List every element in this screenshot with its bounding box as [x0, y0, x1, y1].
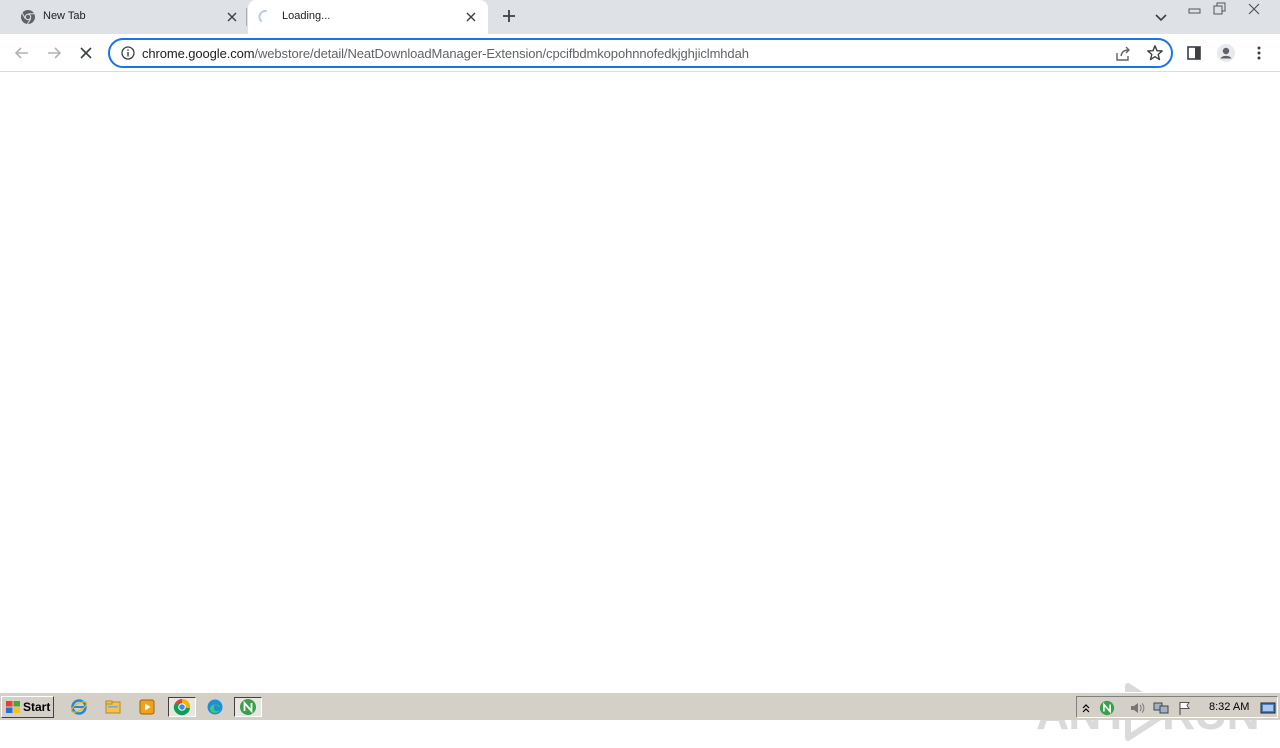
- side-panel-button[interactable]: [1183, 42, 1205, 64]
- url-path: /webstore/detail/NeatDownloadManager-Ext…: [254, 46, 749, 61]
- chrome-taskbar-icon[interactable]: [168, 697, 196, 717]
- start-label: Start: [23, 700, 51, 714]
- minimize-icon: [1188, 8, 1201, 14]
- tab-loading[interactable]: Loading...: [248, 0, 488, 34]
- minimize-button[interactable]: [1184, 1, 1206, 17]
- back-button[interactable]: [11, 42, 33, 64]
- arrow-right-icon: [48, 47, 62, 59]
- menu-button[interactable]: [1248, 42, 1270, 64]
- restore-icon: [1213, 2, 1226, 15]
- show-desktop-icon[interactable]: [1259, 699, 1277, 717]
- tab-separator: [246, 8, 247, 26]
- info-icon[interactable]: [120, 45, 136, 61]
- forward-button[interactable]: [43, 42, 65, 64]
- system-tray: 8:32 AM: [1076, 696, 1278, 718]
- close-tab-icon[interactable]: [224, 9, 240, 25]
- windows-flag-icon: [6, 701, 20, 713]
- avatar-icon: [1217, 44, 1235, 62]
- chrome-icon: [20, 9, 36, 25]
- volume-icon[interactable]: [1128, 699, 1146, 717]
- page-content: ANY RUN: [0, 72, 1280, 741]
- side-panel-icon: [1187, 46, 1201, 60]
- new-tab-button[interactable]: [500, 8, 518, 26]
- profile-button[interactable]: [1215, 42, 1237, 64]
- browser-toolbar: chrome.google.com/webstore/detail/NeatDo…: [0, 34, 1280, 72]
- network-icon[interactable]: [1152, 699, 1170, 717]
- bookmark-star-icon[interactable]: [1146, 44, 1164, 62]
- kebab-menu-icon: [1257, 46, 1261, 60]
- tab-new-tab[interactable]: New Tab: [0, 0, 248, 34]
- tab-title: Loading...: [282, 10, 331, 22]
- tab-strip: New Tab Loading...: [0, 0, 1280, 34]
- taskbar: Start 8:32 AM: [0, 692, 1280, 720]
- tab-title: New Tab: [43, 10, 86, 22]
- taskbar-clock[interactable]: 8:32 AM: [1209, 701, 1249, 713]
- edge-icon[interactable]: [204, 697, 226, 717]
- close-window-button[interactable]: [1243, 1, 1265, 17]
- chevron-up-icon[interactable]: [1077, 699, 1095, 717]
- stop-loading-button[interactable]: [75, 42, 97, 64]
- stop-icon: [80, 47, 92, 59]
- arrow-left-icon: [14, 47, 28, 59]
- share-icon[interactable]: [1114, 45, 1132, 63]
- url-text[interactable]: chrome.google.com/webstore/detail/NeatDo…: [142, 46, 749, 61]
- chevron-down-icon: [1155, 14, 1167, 22]
- address-bar[interactable]: chrome.google.com/webstore/detail/NeatDo…: [108, 38, 1173, 68]
- plus-icon: [503, 10, 515, 22]
- chrome-icon: [173, 699, 190, 716]
- media-player-icon[interactable]: [136, 697, 158, 717]
- neat-download-manager-tray-icon[interactable]: [1098, 699, 1116, 717]
- tab-search-button[interactable]: [1152, 8, 1170, 26]
- start-button[interactable]: Start: [1, 696, 54, 718]
- url-host: chrome.google.com: [142, 46, 255, 61]
- action-center-flag-icon[interactable]: [1176, 699, 1194, 717]
- internet-explorer-icon[interactable]: [68, 697, 90, 717]
- restore-button[interactable]: [1209, 1, 1231, 17]
- loading-spinner-icon: [258, 9, 274, 25]
- file-explorer-icon[interactable]: [102, 697, 124, 717]
- neat-download-manager-icon[interactable]: [234, 697, 262, 717]
- close-icon: [1248, 3, 1260, 15]
- close-tab-icon[interactable]: [463, 9, 479, 25]
